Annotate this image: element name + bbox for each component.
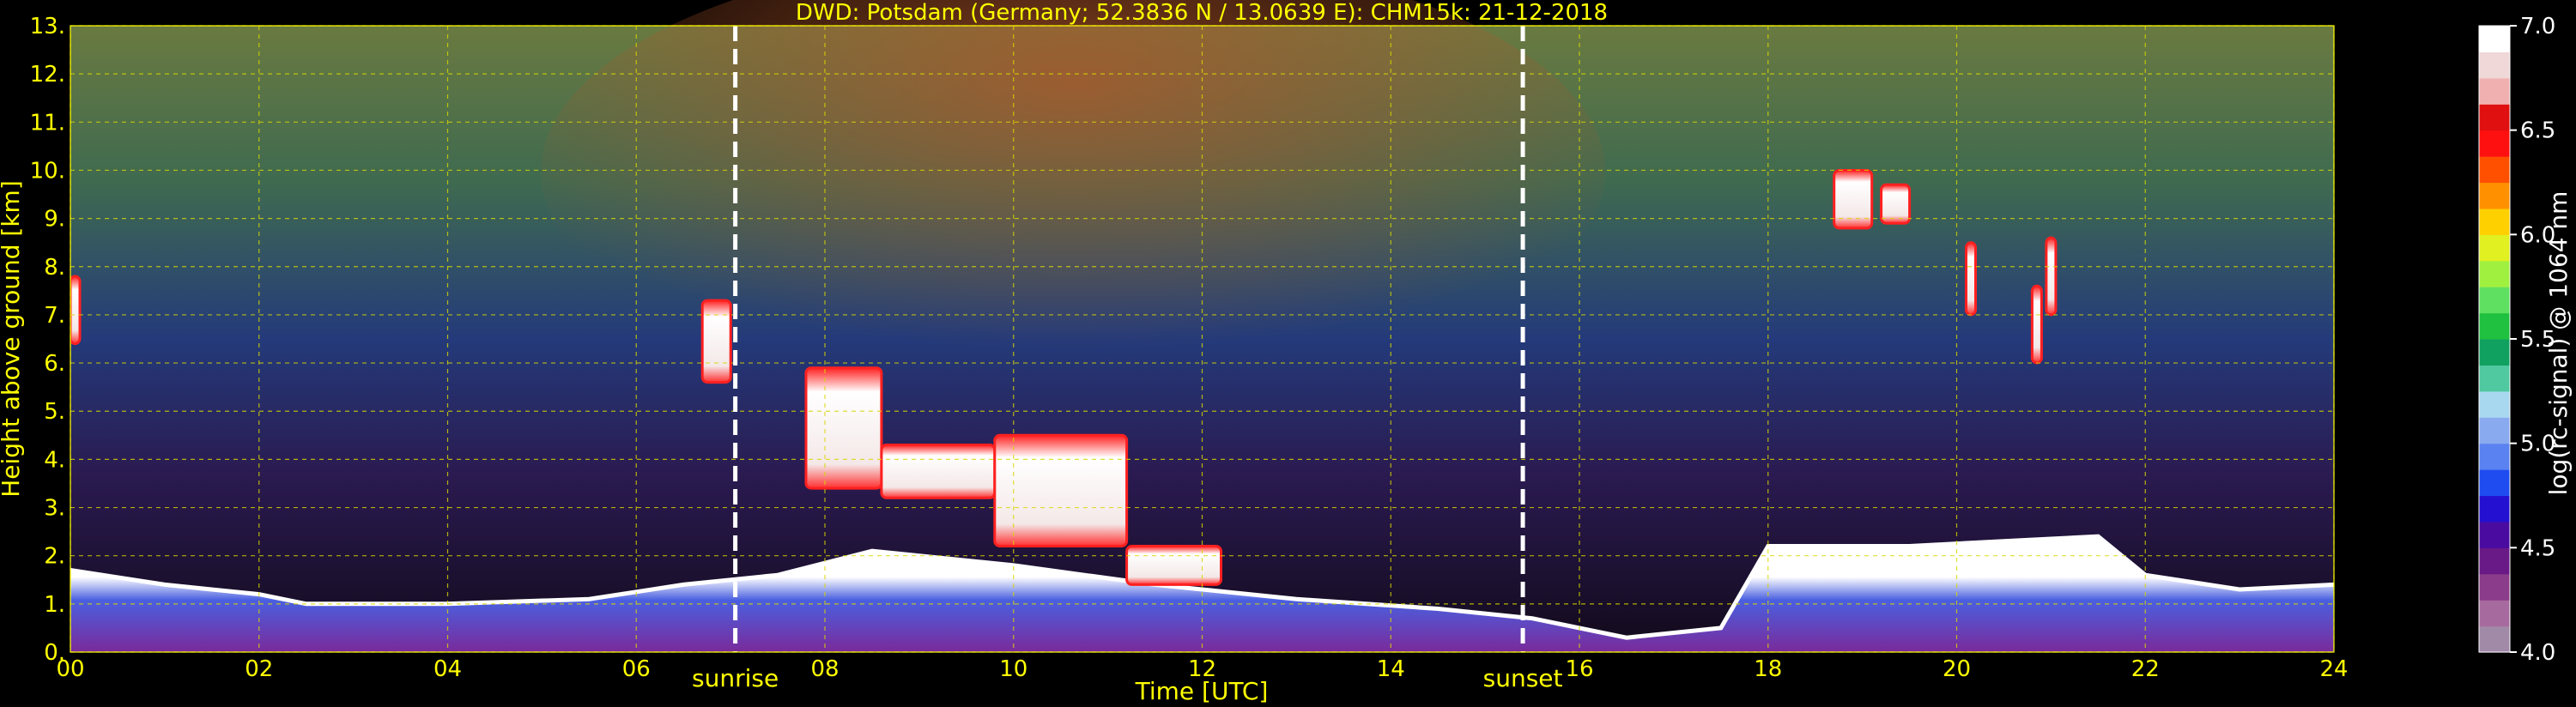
y-tick-label: 7. (44, 303, 65, 329)
colorbar-segment (2479, 312, 2510, 340)
x-tick-label: 02 (245, 656, 273, 682)
colorbar-tick-label: 7.0 (2520, 14, 2555, 39)
colorbar-segment (2479, 130, 2510, 157)
x-tick-label: 24 (2319, 656, 2348, 682)
marker-label: sunset (1483, 664, 1563, 692)
colorbar-segment (2479, 182, 2510, 209)
y-tick-label: 6. (44, 351, 65, 377)
colorbar-segment (2479, 547, 2510, 575)
x-axis-label: Time [UTC] (1135, 677, 1269, 705)
cloud-mark (70, 275, 82, 346)
colorbar-tick-label: 4.0 (2520, 640, 2555, 666)
marker-label: sunrise (692, 664, 779, 692)
ceilometer-chart: sunrise sunset 00 02 04 06 08 10 12 14 16 18 20 22 24… (0, 0, 2573, 705)
colorbar-segment (2479, 495, 2510, 523)
x-tick-label: 14 (1377, 656, 1405, 682)
cloud-mark (880, 444, 997, 499)
y-tick-label: 8. (44, 255, 65, 281)
x-tick-label: 10 (999, 656, 1027, 682)
y-tick-label: 11. (30, 110, 65, 136)
colorbar-segment (2479, 104, 2510, 131)
cloud-mark (2030, 284, 2043, 365)
colorbar-tick-label: 6.5 (2520, 118, 2555, 144)
y-tick-label: 10. (30, 158, 65, 184)
colorbar-tick-label: 4.5 (2520, 535, 2555, 561)
colorbar-segment (2479, 51, 2510, 79)
colorbar-segment (2479, 77, 2510, 105)
colorbar-segment (2479, 521, 2510, 548)
y-tick-label: 0. (44, 640, 65, 666)
x-tick-label: 04 (433, 656, 462, 682)
cloud-mark (1833, 169, 1874, 230)
y-tick-label: 12. (30, 62, 65, 88)
colorbar-segment (2479, 260, 2510, 287)
y-tick-label: 4. (44, 447, 65, 473)
colorbar-segment (2479, 287, 2510, 314)
colorbar-segment (2479, 365, 2510, 392)
x-tick-label: 20 (1943, 656, 1971, 682)
colorbar-segment (2479, 156, 2510, 184)
colorbar-segment (2479, 443, 2510, 470)
plot-area: sunrise sunset (70, 0, 2335, 692)
x-tick-label: 18 (1754, 656, 1782, 682)
y-axis-label: Height above ground [km] (0, 180, 25, 498)
cloud-mark (1965, 241, 1977, 317)
cloud-mark (2045, 236, 2058, 317)
colorbar-segment (2479, 26, 2510, 53)
colorbar-segment (2479, 600, 2510, 627)
x-tick-label: 22 (2131, 656, 2160, 682)
cloud-mark (1125, 545, 1222, 586)
colorbar-segment (2479, 469, 2510, 497)
colorbar-segment (2479, 417, 2510, 444)
colorbar-segment (2479, 339, 2510, 366)
cloud-mark (1880, 183, 1912, 225)
colorbar-segment (2479, 625, 2510, 653)
y-tick-label: 2. (44, 544, 65, 570)
x-tick-label: 06 (622, 656, 651, 682)
colorbar-segment (2479, 208, 2510, 235)
cloud-mark (700, 299, 732, 384)
colorbar-segment (2479, 234, 2510, 262)
y-tick-label: 5. (44, 399, 65, 425)
x-tick-label: 16 (1565, 656, 1593, 682)
chart-title: DWD: Potsdam (Germany; 52.3836 N / 13.06… (796, 0, 1608, 26)
x-tick-label: 08 (810, 656, 839, 682)
cloud-mark (993, 433, 1129, 547)
y-tick-label: 9. (44, 207, 65, 233)
colorbar-label: log(rc-signal) @ 1064 nm (2544, 191, 2573, 496)
colorbar-segment (2479, 390, 2510, 418)
cloud-mark (804, 366, 883, 490)
y-tick-label: 3. (44, 496, 65, 522)
y-tick-label: 1. (44, 592, 65, 618)
colorbar-segment (2479, 573, 2510, 601)
y-tick-label: 13. (30, 14, 65, 39)
